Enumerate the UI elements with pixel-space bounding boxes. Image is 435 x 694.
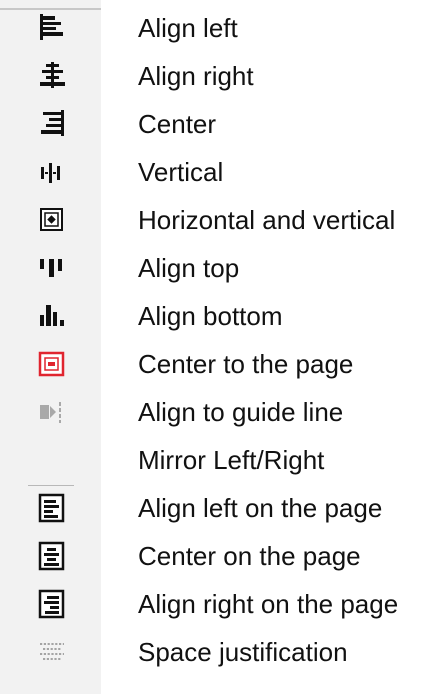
menu-item-label: Horizontal and vertical — [138, 205, 396, 235]
align-bottom-icon — [40, 305, 64, 326]
menu-item-label: Space justification — [138, 637, 348, 667]
menu-item-label: Align left on the page — [138, 493, 383, 523]
menu-item-align-top[interactable]: Align top — [0, 244, 435, 292]
menu-item-align-bottom[interactable]: Align bottom — [0, 292, 435, 340]
center-box-icon — [40, 208, 63, 231]
space-justify-icon — [40, 643, 64, 660]
page-align-right-icon — [38, 589, 65, 619]
menu-item-label: Align left — [138, 13, 238, 43]
mirror-icon — [37, 445, 67, 475]
menu-item-label: Align right — [138, 61, 254, 91]
menu-item-align-right[interactable]: Align right — [0, 52, 435, 100]
align-top-icon — [40, 259, 62, 277]
page-align-left-icon — [38, 493, 65, 523]
center-page-icon — [38, 351, 65, 377]
menu-item-align-right-on-page[interactable]: Align right on the page — [0, 580, 435, 628]
menu-item-space-justification[interactable]: Space justification — [0, 628, 435, 676]
menu-item-vertical[interactable]: Vertical — [0, 148, 435, 196]
menu-item-label: Center — [138, 109, 217, 139]
align-left-icon — [40, 14, 63, 40]
guide-line-icon — [40, 402, 61, 423]
menu-item-center-to-page[interactable]: Center to the page — [0, 340, 435, 388]
page-center-icon — [38, 541, 65, 571]
menu-item-label: Mirror Left/Right — [138, 445, 325, 475]
menu-item-align-left-on-page[interactable]: Align left on the page — [0, 484, 435, 532]
menu-item-label: Vertical — [138, 157, 224, 187]
menu-item-label: Align right on the page — [138, 589, 399, 619]
menu-item-align-to-guide-line[interactable]: Align to guide line — [0, 388, 435, 436]
align-center-bars-icon — [40, 62, 65, 88]
menu-item-horizontal-and-vertical[interactable]: Horizontal and vertical — [0, 196, 435, 244]
menu-item-label: Center to the page — [138, 349, 354, 379]
menu-item-label: Align bottom — [138, 301, 283, 331]
menu-item-mirror-left-right[interactable]: Mirror Left/Right — [0, 436, 435, 484]
align-right-icon — [41, 110, 64, 136]
menu-item-center-on-page[interactable]: Center on the page — [0, 532, 435, 580]
menu-item-label: Align to guide line — [138, 397, 344, 427]
menu-item-label: Center on the page — [138, 541, 361, 571]
menu-item-center[interactable]: Center — [0, 100, 435, 148]
menu-item-label: Align top — [138, 253, 240, 283]
menu-item-align-left[interactable]: Align left — [0, 4, 435, 52]
distribute-vertical-icon — [41, 163, 60, 183]
